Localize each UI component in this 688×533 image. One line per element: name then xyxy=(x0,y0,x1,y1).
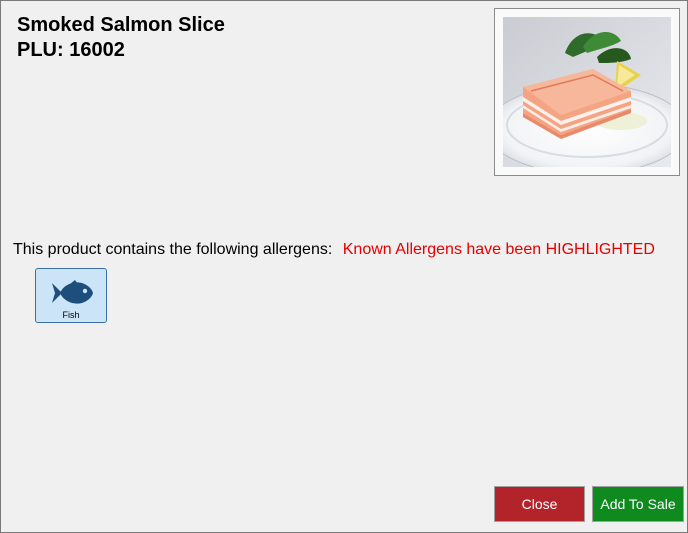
product-header: Smoked Salmon Slice PLU: 16002 xyxy=(17,13,225,63)
allergen-dialog: Smoked Salmon Slice PLU: 16002 This prod… xyxy=(0,0,688,533)
allergen-tile-fish[interactable]: Fish xyxy=(35,268,107,323)
allergen-intro: This product contains the following alle… xyxy=(13,241,333,258)
allergen-tile-label: Fish xyxy=(62,310,80,320)
close-button[interactable]: Close xyxy=(494,486,585,522)
add-to-sale-button[interactable]: Add To Sale xyxy=(592,486,684,522)
highlight-notice: Known Allergens have been HIGHLIGHTED xyxy=(342,241,655,258)
product-image xyxy=(494,8,680,176)
product-name: Smoked Salmon Slice xyxy=(17,14,225,36)
product-plu: PLU: 16002 xyxy=(17,39,125,61)
product-photo xyxy=(503,17,671,167)
fish-icon xyxy=(52,280,93,304)
allergen-statement: This product contains the following alle… xyxy=(13,241,655,259)
